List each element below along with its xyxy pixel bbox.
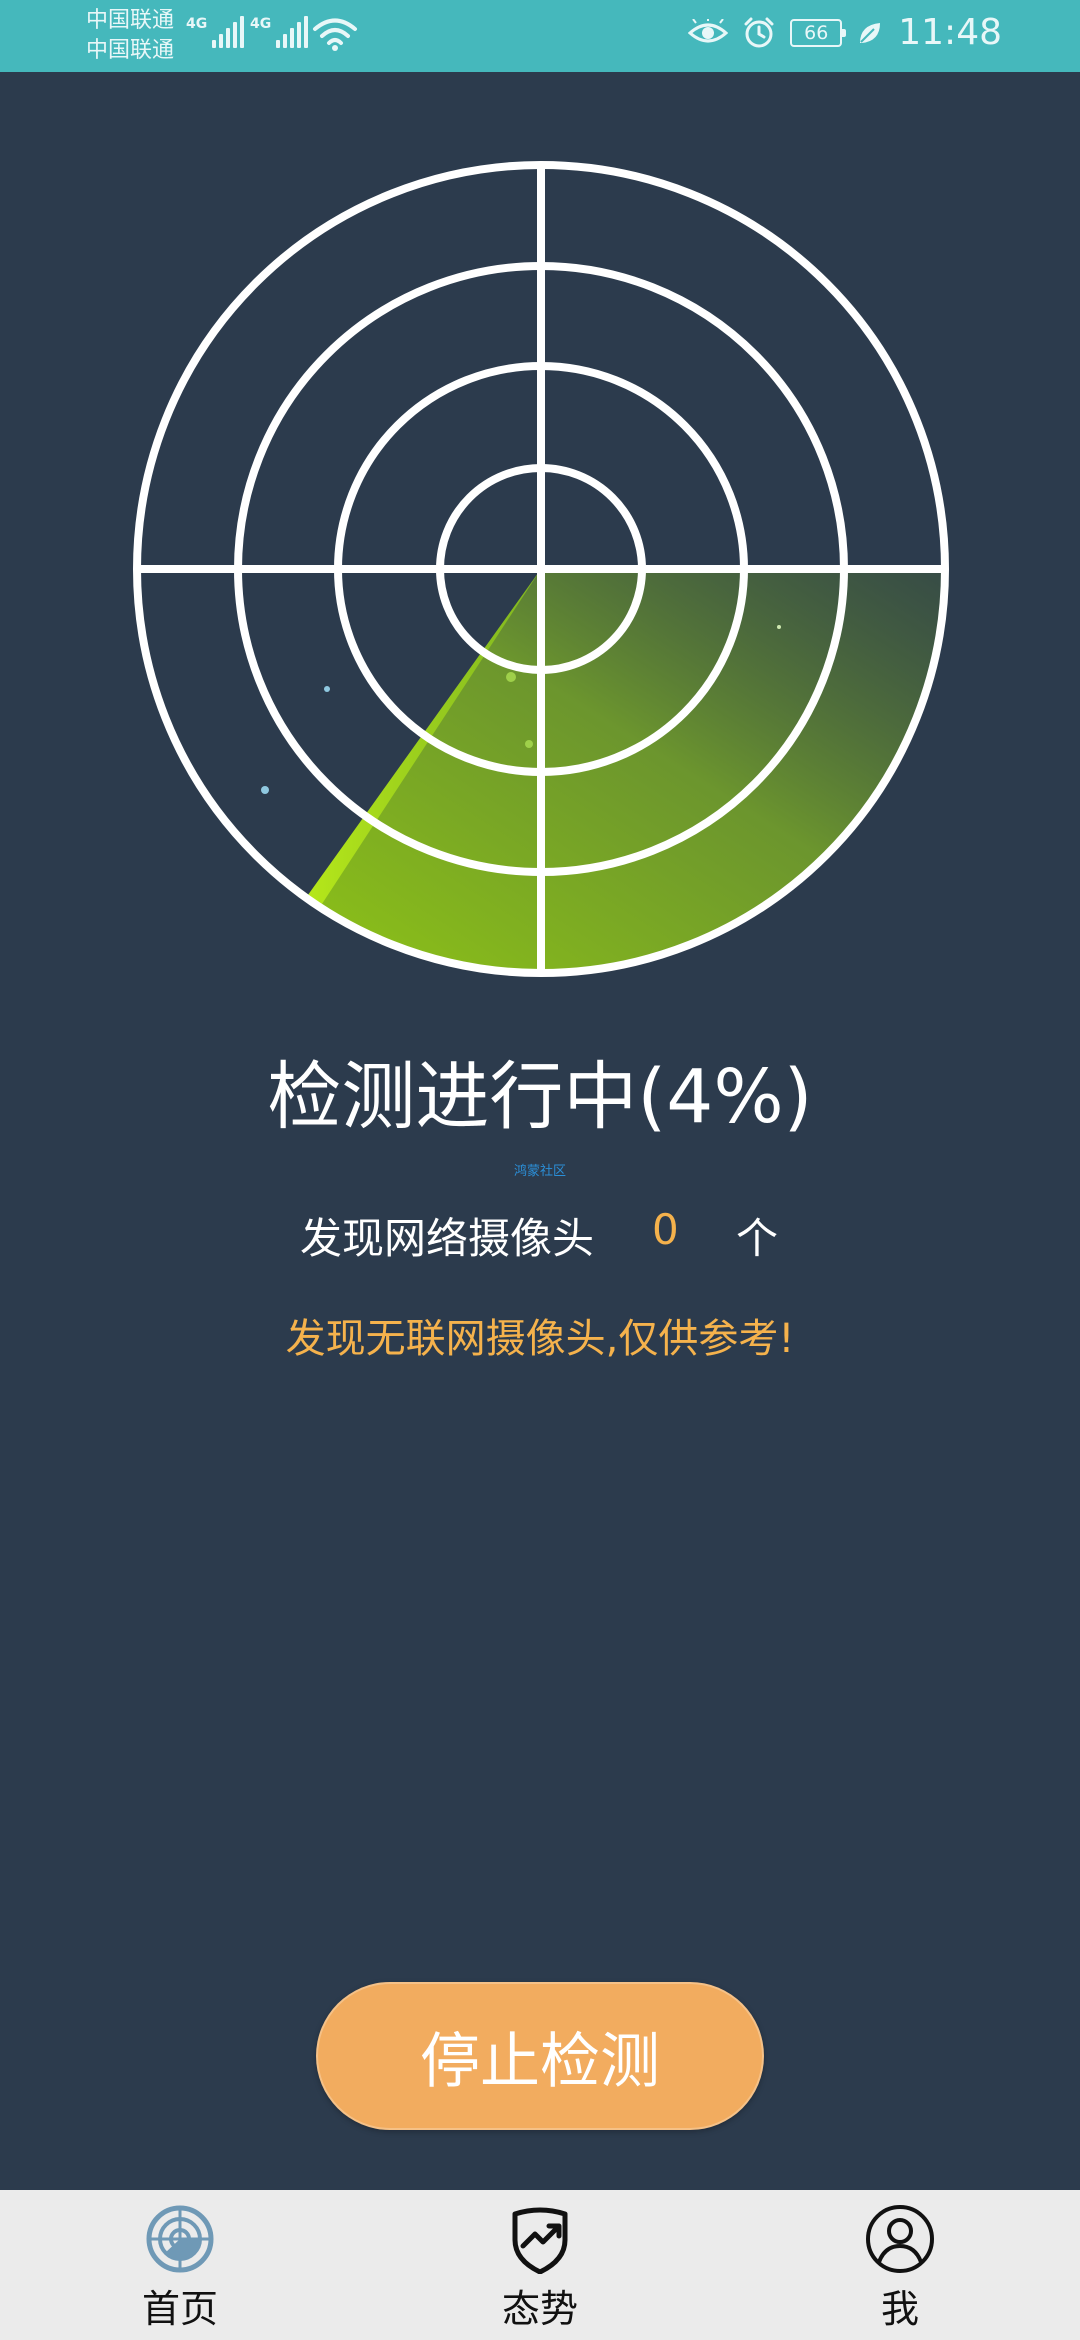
watermark-text: 鸿蒙社区 [513,1164,566,1179]
leaf-icon [860,22,881,43]
trend-shield-icon [512,2207,568,2274]
wifi-icon [313,18,357,51]
radar-scanner [132,160,950,978]
status-right: 66 11:48 [688,12,1002,53]
nav-label-situation: 态势 [501,2287,578,2331]
nav-item-home[interactable]: 首页 [80,2204,280,2333]
found-unit: 个 [736,1214,779,1263]
eye-comfort-icon [688,18,729,42]
scan-status-title: 检测进行中(4%) [267,1054,813,1140]
found-label: 发现网络摄像头 [300,1214,595,1263]
carrier-name-1: 中国联通 [86,8,175,33]
nav-item-situation[interactable]: 态势 [440,2204,640,2333]
radar-icon [146,2205,214,2273]
carrier-name-2: 中国联通 [86,38,175,63]
carrier-info: 中国联通 中国联通 [86,6,174,66]
battery-indicator: 66 [790,18,847,47]
found-camera-row: 发现网络摄像头 0 个 [0,1205,1080,1263]
signal-icon-2: 4G [250,16,309,48]
person-icon [866,2205,934,2273]
nav-label-me: 我 [880,2287,919,2331]
notice-text: 发现无联网摄像头,仅供参考! [285,1316,795,1362]
stop-scan-button[interactable]: 停止检测 [316,1982,764,2130]
signal-icon-1: 4G [186,16,245,48]
stop-scan-label: 停止检测 [420,2026,660,2097]
nav-label-home: 首页 [141,2287,218,2331]
bottom-nav: 首页 态势 我 [0,2190,1080,2340]
radar-graphic [133,161,949,977]
nav-item-me[interactable]: 我 [800,2204,1000,2333]
status-bar: 中国联通 中国联通 4G 4G 66 11:48 [0,0,1080,72]
alarm-icon [744,17,774,47]
clock-time: 11:48 [898,12,1002,53]
found-count: 0 [652,1205,679,1254]
